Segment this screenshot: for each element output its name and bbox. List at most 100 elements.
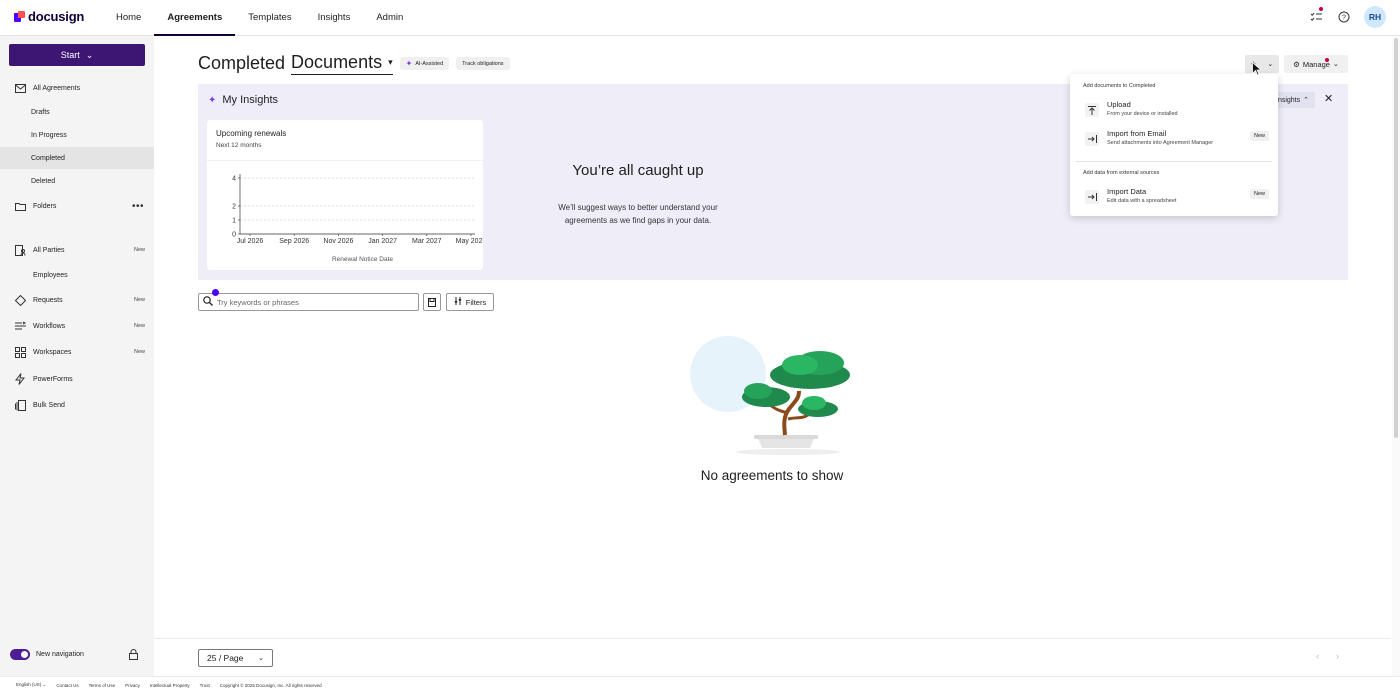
sidebar-label: Workflows [33, 322, 66, 330]
menu-item-upload[interactable]: Upload From your device or installed [1083, 98, 1269, 122]
sidebar-item-deleted[interactable]: Deleted [0, 170, 154, 192]
sidebar-label: Requests [33, 296, 63, 304]
user-avatar[interactable]: RH [1364, 6, 1386, 28]
start-button[interactable]: Start ⌄ [9, 44, 145, 66]
manage-button[interactable]: ⚙ Manage ⌄ [1284, 55, 1348, 73]
next-page-icon[interactable]: › [1336, 651, 1339, 661]
chevron-up-icon: ⌃ [1303, 97, 1309, 104]
search-icon [203, 293, 213, 311]
track-obligations-pill[interactable]: Track obligations [456, 57, 510, 70]
saved-search-button[interactable] [423, 293, 441, 311]
workspaces-icon [14, 346, 26, 358]
chevron-down-icon: ⌄ [1332, 61, 1339, 68]
language-selector[interactable]: English (US) ⌄ [16, 682, 46, 688]
search-box[interactable]: Try keywords or phrases [198, 293, 419, 311]
previous-page-icon[interactable]: ‹ [1316, 651, 1319, 661]
nav-agreements[interactable]: Agreements [154, 0, 236, 36]
help-icon[interactable]: ? [1336, 9, 1352, 25]
sidebar-item-all-parties[interactable]: All Parties New [0, 239, 154, 261]
new-badge: New [133, 297, 145, 303]
sidebar-item-folders[interactable]: Folders ••• [0, 195, 154, 217]
caught-up-heading: You’re all caught up [572, 162, 704, 179]
filters-button[interactable]: Filters [446, 293, 494, 311]
page-scrollbar[interactable] [1392, 36, 1400, 676]
sidebar-label: Drafts [31, 108, 50, 116]
nav-insights[interactable]: Insights [305, 0, 364, 36]
empty-state-message: No agreements to show [700, 468, 844, 483]
footer-link-privacy[interactable]: Privacy [125, 683, 140, 688]
new-navigation-toggle[interactable] [10, 649, 30, 660]
caught-up-description: We’ll suggest ways to better understand … [558, 203, 718, 225]
nav-admin[interactable]: Admin [363, 0, 416, 36]
filters-label: Filters [465, 297, 487, 307]
pill-label: Track obligations [462, 60, 504, 67]
copyright-text: Copyright © 2025 Docusign, Inc. All righ… [219, 682, 322, 688]
sidebar-label: Employees [33, 271, 68, 279]
sidebar-label: Workspaces [33, 348, 72, 356]
import-icon [1085, 132, 1099, 146]
sidebar: Start ⌄ All Agreements Drafts In Progres… [0, 36, 154, 676]
scrollbar-thumb[interactable] [1394, 38, 1398, 438]
add-documents-menu: Add documents to Completed Upload From y… [1070, 74, 1278, 216]
menu-item-title: Import from Email [1107, 129, 1167, 138]
lock-icon[interactable] [129, 649, 138, 662]
envelope-icon [14, 82, 26, 94]
docusign-logo[interactable]: docusign [14, 9, 84, 24]
nav-home[interactable]: Home [103, 0, 154, 36]
sidebar-label: Deleted [31, 177, 56, 185]
new-badge: New [133, 323, 145, 329]
nav-templates[interactable]: Templates [235, 0, 304, 36]
search-input[interactable]: Try keywords or phrases [217, 298, 299, 307]
close-icon[interactable]: ✕ [1324, 92, 1333, 105]
ai-assisted-pill[interactable]: ✦ AI-Assisted [399, 57, 450, 70]
mouse-cursor-icon [1252, 62, 1261, 76]
sidebar-item-requests[interactable]: Requests New [0, 289, 154, 311]
language-label: English (US) [16, 682, 42, 687]
menu-item-import-data[interactable]: Import Data Edit data with a spreadsheet… [1083, 185, 1269, 209]
pill-label: AI-Assisted [415, 60, 444, 67]
lightning-icon [14, 373, 26, 385]
gear-icon: ⚙ [1293, 59, 1300, 69]
new-navigation-label: New navigation [36, 651, 84, 658]
footer-link-ip[interactable]: Intellectual Property [150, 683, 190, 688]
sidebar-item-workspaces[interactable]: Workspaces New [0, 341, 154, 363]
ai-sparkle-icon: ✦ [208, 94, 217, 106]
y-tick-label: 0 [232, 232, 236, 239]
sidebar-label: All Agreements [33, 84, 81, 92]
sidebar-label: In Progress [31, 131, 67, 139]
sidebar-item-all-agreements[interactable]: All Agreements [0, 77, 154, 99]
chevron-down-icon: ⌄ [85, 49, 94, 60]
page-size-select[interactable]: 25 / Page ⌄ [198, 649, 273, 667]
bookmark-icon [428, 297, 436, 307]
footer-link-terms[interactable]: Terms of Use [89, 683, 116, 688]
more-options-icon[interactable]: ••• [132, 201, 144, 212]
notification-dot [1319, 7, 1323, 11]
footer-link-trust[interactable]: Trust [200, 683, 210, 688]
footer: English (US) ⌄ Contact Us Terms of Use P… [0, 676, 1400, 693]
menu-item-subtitle: Send attachments into Agreement Manager [1107, 140, 1214, 146]
document-type-selector[interactable]: Documents ▾ [291, 52, 393, 75]
ai-sparkle-icon: ✦ [405, 59, 413, 68]
checklist-icon[interactable] [1308, 7, 1324, 25]
logo-mark-icon [14, 11, 25, 22]
sidebar-item-drafts[interactable]: Drafts [0, 101, 154, 123]
sidebar-label: Bulk Send [33, 401, 65, 409]
sidebar-item-workflows[interactable]: Workflows New [0, 315, 154, 337]
sidebar-item-in-progress[interactable]: In Progress [0, 124, 154, 146]
sidebar-item-bulk-send[interactable]: Bulk Send [0, 394, 154, 416]
chevron-down-icon: ⌄ [258, 655, 264, 662]
y-tick-label: 2 [232, 204, 236, 211]
folder-icon [14, 200, 26, 212]
new-badge: New [1249, 131, 1269, 141]
menu-item-import-from-email[interactable]: Import from Email Send attachments into … [1083, 127, 1269, 151]
logo-text: docusign [28, 9, 85, 24]
svg-text:?: ? [1342, 15, 1346, 22]
menu-section-heading: Add documents to Completed [1083, 83, 1156, 89]
footer-link-contact[interactable]: Contact Us [56, 683, 78, 688]
sidebar-item-employees[interactable]: Employees [0, 264, 154, 286]
sidebar-item-completed[interactable]: Completed [0, 147, 154, 169]
x-tick-label: May 2027 [456, 238, 483, 245]
sidebar-item-powerforms[interactable]: PowerForms [0, 368, 154, 390]
sidebar-label: PowerForms [33, 375, 73, 383]
add-documents-button[interactable]: + ⌄ [1245, 55, 1279, 73]
